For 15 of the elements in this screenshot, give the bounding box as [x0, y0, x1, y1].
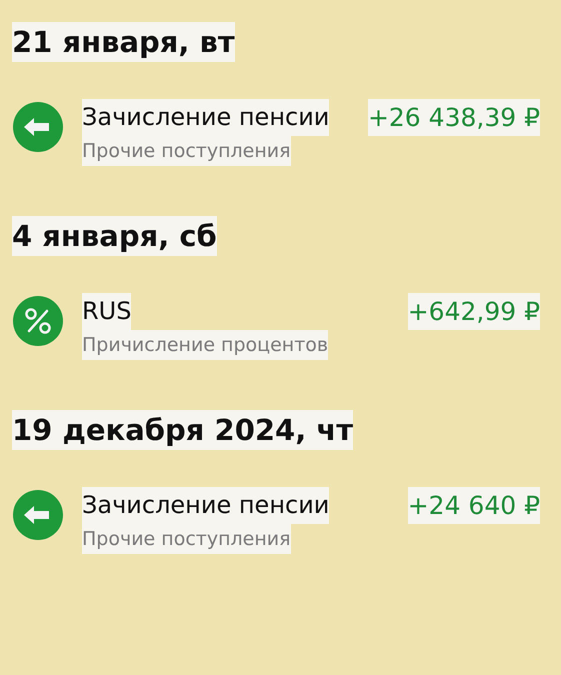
arrow-left-icon	[12, 489, 64, 541]
date-heading: 4 января, сб	[12, 216, 217, 256]
transaction-title: RUS	[82, 293, 132, 330]
transaction-amount: +26 438,39 ₽	[368, 99, 540, 136]
transaction-title: Зачисление пенсии	[82, 99, 330, 136]
date-heading: 21 января, вт	[12, 22, 235, 62]
transaction-amount: +642,99 ₽	[408, 293, 540, 330]
transaction-category: Прочие поступления	[82, 524, 291, 554]
arrow-left-icon	[12, 101, 64, 153]
transaction-category: Причисление процентов	[82, 330, 328, 360]
transaction-title: Зачисление пенсии	[82, 487, 330, 524]
percent-icon	[12, 295, 64, 347]
date-heading: 19 декабря 2024, чт	[12, 410, 354, 450]
transaction-category: Прочие поступления	[82, 136, 291, 166]
transaction-amount: +24 640 ₽	[408, 487, 540, 524]
